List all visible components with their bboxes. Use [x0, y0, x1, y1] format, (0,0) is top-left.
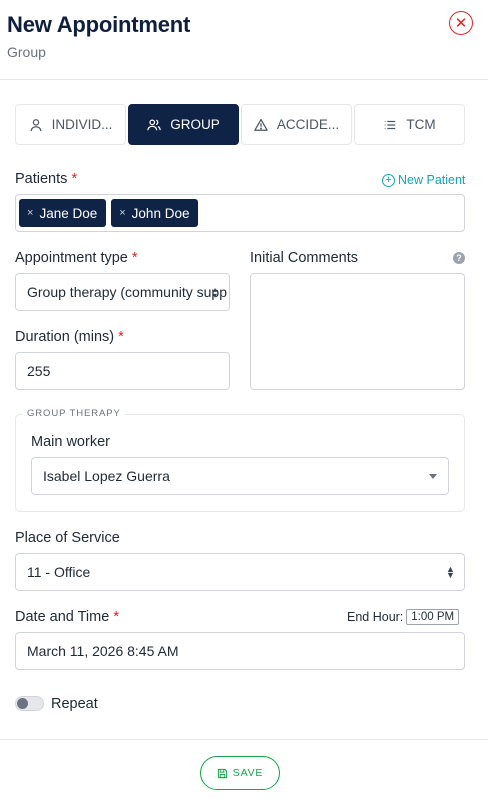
required-mark: * — [131, 250, 138, 266]
tab-label: INDIVID... — [51, 117, 113, 132]
tab-group[interactable]: GROUP — [128, 104, 239, 145]
remove-chip-icon[interactable]: × — [27, 207, 33, 219]
remove-chip-icon[interactable]: × — [119, 207, 125, 219]
tab-label: GROUP — [170, 117, 220, 132]
date-time-label: Date and Time * — [15, 609, 119, 625]
new-patient-link[interactable]: + New Patient — [382, 173, 465, 187]
appointment-type-label-text: Appointment type — [15, 250, 128, 266]
duration-label-text: Duration (mins) — [15, 329, 115, 345]
date-time-value: March 11, 2026 8:45 AM — [27, 643, 179, 659]
tab-label: ACCIDE... — [276, 117, 340, 132]
select-arrows-icon: ▲ ▼ — [446, 564, 455, 580]
patients-label-text: Patients — [15, 171, 68, 187]
repeat-toggle[interactable] — [15, 696, 44, 711]
end-hour: End Hour: 1:00 PM — [347, 609, 460, 625]
warning-icon — [254, 118, 268, 131]
select-arrows-icon: ▴ ▾ — [213, 285, 218, 300]
place-of-service-label: Place of Service — [15, 530, 120, 546]
required-mark: * — [118, 329, 124, 345]
place-of-service-select[interactable]: 11 - Office — [15, 553, 465, 591]
end-hour-label: End Hour: — [347, 610, 404, 624]
footer-divider — [0, 739, 488, 740]
duration-label: Duration (mins) * — [15, 329, 124, 345]
new-patient-label: New Patient — [398, 173, 466, 187]
modal-header: New Appointment Group ✕ — [0, 0, 488, 80]
date-time-input[interactable]: March 11, 2026 8:45 AM — [15, 632, 465, 670]
add-circle-icon: + — [382, 173, 395, 187]
required-mark: * — [71, 171, 78, 187]
tab-tcm[interactable]: TCM — [354, 104, 465, 145]
patient-chip-label: Jane Doe — [39, 205, 98, 221]
initial-comments-textarea[interactable] — [250, 273, 465, 390]
close-icon[interactable]: ✕ — [449, 11, 473, 35]
repeat-label: Repeat — [51, 696, 98, 712]
save-label: SAVE — [232, 767, 264, 779]
page-subtitle: Group — [7, 44, 46, 60]
appointment-type-select[interactable]: Group therapy (community supp — [15, 273, 230, 311]
tab-label: TCM — [406, 117, 436, 132]
patient-chip: × John Doe — [111, 199, 199, 227]
group-therapy-legend: GROUP THERAPY — [23, 408, 125, 419]
appointment-type-value: Group therapy (community supp — [27, 284, 227, 300]
appointment-type-label: Appointment type * — [15, 250, 138, 266]
toggle-knob — [17, 698, 28, 709]
main-worker-value: Isabel Lopez Guerra — [43, 468, 170, 484]
required-mark: * — [113, 609, 119, 625]
patients-input[interactable]: × Jane Doe × John Doe — [15, 194, 465, 232]
tab-accident[interactable]: ACCIDE... — [241, 104, 352, 145]
help-icon[interactable]: ? — [453, 252, 465, 264]
end-hour-value: 1:00 PM — [406, 609, 460, 625]
group-icon — [147, 118, 161, 130]
place-of-service-value: 11 - Office — [27, 564, 91, 580]
initial-comments-label: Initial Comments — [250, 250, 358, 266]
patients-label: Patients * — [15, 171, 77, 187]
appointment-type-tabs: INDIVID... GROUP ACCIDE... TCM — [15, 104, 465, 145]
patient-chip: × Jane Doe — [19, 199, 107, 227]
main-worker-select[interactable]: Isabel Lopez Guerra — [31, 457, 449, 495]
save-icon — [217, 768, 227, 778]
date-time-label-text: Date and Time — [15, 609, 110, 625]
page-title: New Appointment — [7, 12, 191, 37]
person-icon — [30, 118, 42, 131]
list-icon — [385, 120, 396, 129]
save-button[interactable]: SAVE — [200, 756, 280, 790]
chevron-down-icon — [429, 474, 437, 479]
duration-value: 255 — [27, 363, 51, 379]
duration-input[interactable]: 255 — [15, 352, 230, 390]
main-worker-label: Main worker — [31, 434, 110, 450]
tab-individual[interactable]: INDIVID... — [15, 104, 126, 145]
patient-chip-label: John Doe — [131, 205, 190, 221]
